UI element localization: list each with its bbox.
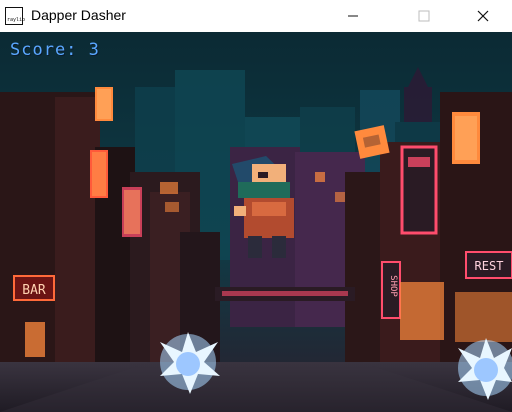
- window-title: Dapper Dasher: [31, 7, 126, 23]
- score-display: Score: 3: [10, 40, 100, 60]
- game-canvas[interactable]: BAR SHOP REST Score: 3: [0, 32, 512, 412]
- close-icon: [477, 10, 489, 22]
- cyberpunk-city-background: BAR SHOP REST: [0, 32, 512, 412]
- minimize-icon: [348, 15, 358, 17]
- title-bar[interactable]: raylib Dapper Dasher: [0, 0, 512, 32]
- maximize-button[interactable]: [401, 0, 447, 32]
- raylib-logo-icon: raylib: [5, 7, 26, 25]
- rest-sign-text: REST: [475, 259, 504, 273]
- close-button[interactable]: [460, 0, 506, 32]
- shop-sign-text: SHOP: [388, 275, 398, 297]
- maximize-icon: [418, 10, 430, 22]
- game-window: raylib Dapper Dasher BAR SHOP REST Score…: [0, 0, 512, 412]
- raylib-logo-label: raylib: [7, 17, 26, 23]
- bar-sign-text: BAR: [22, 283, 46, 298]
- minimize-button[interactable]: [330, 0, 376, 32]
